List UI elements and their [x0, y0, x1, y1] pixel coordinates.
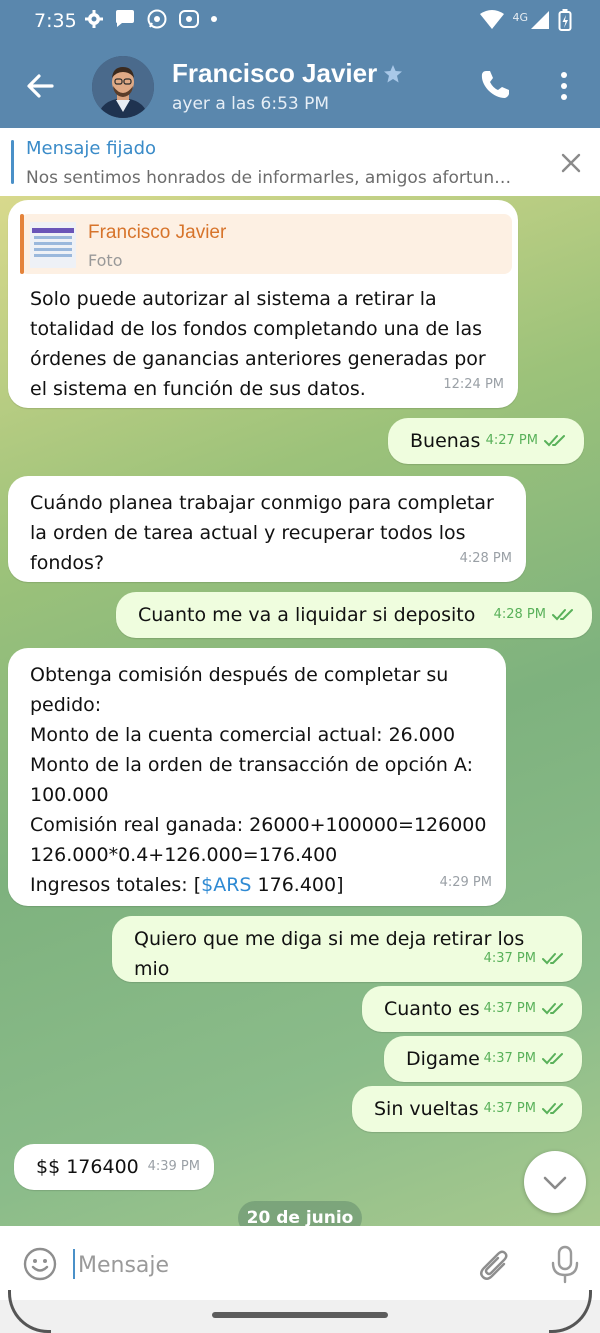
message-outgoing[interactable]: Cuanto me va a liquidar si deposito 4:28…: [116, 592, 592, 638]
message-outgoing[interactable]: Buenas 4:27 PM: [388, 418, 584, 464]
reply-author: Francisco Javier: [88, 222, 227, 243]
pinned-accent-bar: [11, 140, 14, 184]
message-incoming[interactable]: Obtenga comisión después de completar su…: [8, 648, 506, 906]
message-time: 12:24 PM: [443, 377, 504, 392]
pinned-text: Nos sentimos honrados de informarles, am…: [26, 168, 512, 188]
system-navigation: [0, 1290, 600, 1333]
last-seen: ayer a las 6:53 PM: [172, 94, 330, 114]
message-outgoing[interactable]: Sin vueltas 4:37 PM: [352, 1086, 582, 1132]
mic-icon[interactable]: [548, 1244, 582, 1284]
message-text-part: 176.400]: [251, 874, 344, 896]
hashtag-link[interactable]: $ARS: [201, 874, 251, 896]
dot-icon: [211, 16, 217, 22]
message-time: 4:37 PM: [483, 1051, 536, 1066]
message-time: 4:27 PM: [485, 433, 538, 448]
message-icon: [116, 10, 134, 27]
chevron-down-icon: [543, 1176, 567, 1190]
reply-photo-thumbnail: [30, 222, 76, 268]
attach-icon[interactable]: [478, 1246, 512, 1284]
message-outgoing[interactable]: Quiero que me diga si me deja retirar lo…: [112, 916, 582, 982]
reply-label: Foto: [88, 251, 123, 270]
double-check-icon: [542, 1053, 563, 1065]
message-time: 4:29 PM: [439, 875, 492, 890]
message-text: Obtenga comisión después de completar su…: [30, 660, 488, 900]
message-time: 4:37 PM: [483, 1101, 536, 1116]
screen-corner-right: [549, 1290, 592, 1333]
signal-icon: [531, 11, 549, 29]
more-vert-icon[interactable]: [552, 68, 576, 104]
message-outgoing[interactable]: Cuanto es 4:37 PM: [362, 986, 582, 1032]
text-caret: [73, 1249, 75, 1279]
message-text: Solo puede autorizar al sistema a retira…: [30, 288, 486, 400]
message-time: 4:39 PM: [147, 1159, 200, 1174]
message-meta: 12:24 PM: [443, 370, 504, 400]
date-divider: 20 de junio: [238, 1201, 362, 1226]
status-time: 7:35: [34, 10, 77, 32]
settings-icon: [85, 10, 103, 28]
contact-name[interactable]: Francisco Javier: [172, 58, 403, 89]
double-check-icon: [542, 1003, 563, 1015]
message-incoming[interactable]: Francisco Javier Foto Solo puede autoriz…: [8, 200, 518, 408]
close-icon[interactable]: [558, 150, 584, 176]
chat-header: Francisco Javier ayer a las 6:53 PM: [0, 44, 600, 128]
message-time: 4:28 PM: [459, 551, 512, 566]
message-meta: 4:28 PM: [460, 544, 512, 574]
screen-corner-left: [8, 1290, 51, 1333]
star-icon: [384, 64, 403, 82]
avatar[interactable]: [92, 56, 154, 118]
double-check-icon: [542, 953, 563, 965]
double-check-icon: [544, 435, 565, 447]
double-check-icon: [542, 1103, 563, 1115]
message-meta: 4:29 PM: [440, 868, 492, 898]
message-incoming[interactable]: Cuándo planea trabajar conmigo para comp…: [8, 476, 526, 582]
message-meta: 4:27 PM: [486, 426, 570, 456]
battery-icon: [558, 9, 572, 31]
message-meta: 4:37 PM: [484, 994, 568, 1024]
system-icons: 4G: [480, 8, 572, 32]
message-composer: [0, 1226, 600, 1300]
reply-preview[interactable]: Francisco Javier Foto: [20, 214, 512, 274]
contact-name-text: Francisco Javier: [172, 58, 378, 88]
message-outgoing[interactable]: Digame 4:37 PM: [384, 1036, 582, 1082]
message-text-part: Obtenga comisión después de completar su…: [30, 664, 487, 896]
chat-area[interactable]: Francisco Javier Foto Solo puede autoriz…: [0, 196, 600, 1226]
phone-icon[interactable]: [478, 68, 512, 102]
notification-icons: [84, 8, 218, 30]
wifi-icon: [480, 10, 505, 29]
message-meta: 4:37 PM: [484, 1044, 568, 1074]
message-meta: 4:28 PM: [494, 600, 578, 630]
message-time: 4:37 PM: [483, 1001, 536, 1016]
message-input[interactable]: [76, 1246, 460, 1284]
emoji-icon[interactable]: [22, 1246, 58, 1282]
pinned-title: Mensaje fijado: [26, 138, 157, 159]
network-type: 4G: [512, 10, 528, 24]
reply-bar: [20, 214, 24, 274]
back-arrow-icon[interactable]: [22, 68, 58, 104]
message-meta: 4:37 PM: [484, 944, 568, 974]
double-check-icon: [552, 609, 573, 621]
pinned-message[interactable]: Mensaje fijado Nos sentimos honrados de …: [0, 128, 600, 197]
whatsapp-icon: [147, 9, 167, 29]
scroll-down-button[interactable]: [524, 1151, 586, 1213]
message-time: 4:37 PM: [483, 951, 536, 966]
message-incoming[interactable]: $$ 176400 4:39 PM: [14, 1144, 214, 1190]
app-icon: [179, 10, 199, 28]
message-meta: 4:37 PM: [484, 1094, 568, 1124]
message-meta: 4:39 PM: [148, 1152, 200, 1182]
status-bar: 7:35 4G: [0, 0, 600, 44]
message-time: 4:28 PM: [493, 607, 546, 622]
home-gesture-handle[interactable]: [212, 1312, 388, 1318]
message-text: Cuándo planea trabajar conmigo para comp…: [30, 492, 494, 574]
